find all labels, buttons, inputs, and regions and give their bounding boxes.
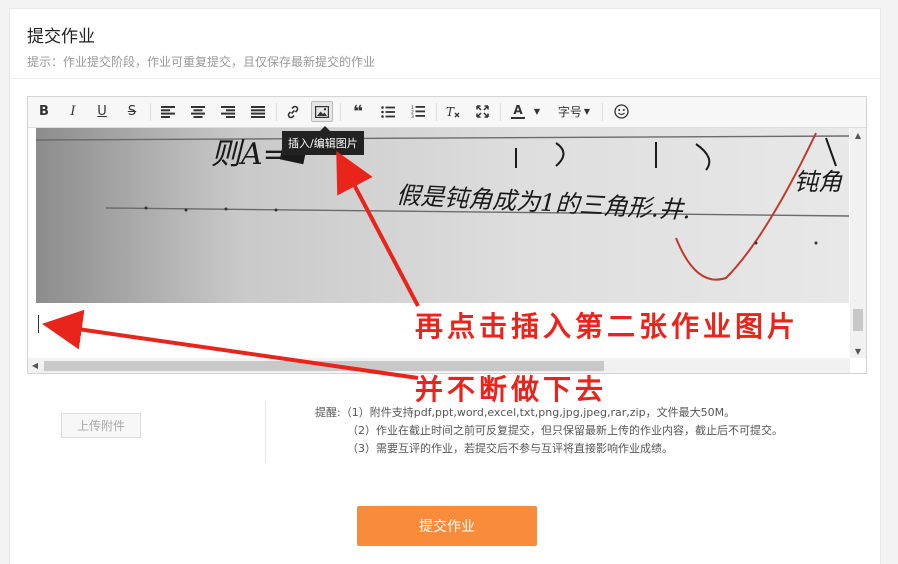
scroll-up-icon[interactable]: ▲: [850, 128, 866, 142]
vertical-scroll-thumb[interactable]: [853, 309, 863, 331]
image-icon: [315, 105, 329, 118]
font-color-dropdown[interactable]: ▼: [531, 101, 543, 122]
link-button[interactable]: [282, 101, 304, 122]
font-size-label: 字号: [557, 105, 582, 119]
homework-card: 提交作业 提示：作业提交阶段，作业可重复提交，且仅保存最新提交的作业 B I U…: [9, 8, 881, 564]
bullet-list-button[interactable]: [377, 101, 399, 122]
font-color-button[interactable]: A: [508, 101, 528, 122]
toolbar-separator: [602, 103, 603, 121]
header-divider: [10, 78, 880, 79]
align-left-button[interactable]: [157, 101, 179, 122]
bold-button[interactable]: B: [33, 101, 55, 122]
font-color-swatch: [511, 117, 525, 119]
smiley-icon: [613, 104, 629, 119]
fullscreen-button[interactable]: [471, 101, 493, 122]
annotation-keep-going: 并不断做下去: [415, 373, 608, 406]
fullscreen-icon: [475, 105, 489, 118]
emoji-button[interactable]: [610, 101, 632, 122]
attachment-divider: [265, 401, 266, 463]
numbered-list-icon: 123: [411, 105, 425, 118]
toolbar-separator: [500, 103, 501, 121]
numbered-list-button[interactable]: 123: [407, 101, 429, 122]
align-center-icon: [191, 105, 205, 118]
notes-label: 提醒:: [315, 406, 341, 419]
text-caret: [38, 315, 39, 333]
vertical-scrollbar[interactable]: ▲ ▼: [850, 128, 866, 358]
italic-button[interactable]: I: [62, 101, 84, 122]
blockquote-button[interactable]: ❝: [347, 101, 369, 122]
editor-toolbar: B I U S ❝ 1 2 3 T A ▼ 字号 ▼: [28, 97, 866, 128]
align-justify-button[interactable]: [247, 101, 269, 122]
bullet-list-icon: [381, 105, 395, 118]
scroll-down-icon[interactable]: ▼: [850, 344, 866, 358]
chevron-down-icon: ▼: [533, 107, 541, 116]
insert-image-button[interactable]: [311, 101, 333, 122]
scroll-left-icon[interactable]: ◀: [28, 358, 42, 373]
attachment-notes: 提醒:（1）附件支持pdf,ppt,word,excel,txt,png,jpg…: [315, 404, 783, 458]
align-center-button[interactable]: [187, 101, 209, 122]
submit-homework-button[interactable]: 提交作业: [357, 506, 537, 546]
link-icon: [287, 105, 299, 118]
underline-button[interactable]: U: [91, 101, 113, 122]
svg-text:T: T: [446, 105, 455, 118]
annotation-insert-second-image: 再点击插入第二张作业图片: [415, 310, 800, 343]
toolbar-separator: [436, 103, 437, 121]
insert-image-tooltip: 插入/编辑图片: [282, 126, 364, 155]
align-justify-icon: [251, 105, 265, 118]
align-right-button[interactable]: [217, 101, 239, 122]
homework-photo: 则A= 假是钝角成为1的三角形.井. 钝角: [36, 128, 849, 303]
notes-item-3: （3）需要互评的作业，若提交后不参与互评将直接影响作业成绩。: [347, 442, 673, 455]
toolbar-separator: [340, 103, 341, 121]
handwriting-line1: 则A=: [211, 137, 288, 172]
page-title: 提交作业: [27, 27, 95, 47]
clear-format-icon: T: [446, 105, 459, 118]
toolbar-separator: [276, 103, 277, 121]
toolbar-separator: [150, 103, 151, 121]
align-left-icon: [161, 105, 175, 118]
handwriting-right: 钝角: [794, 168, 843, 196]
submit-hint: 提示：作业提交阶段，作业可重复提交，且仅保存最新提交的作业: [27, 55, 376, 69]
upload-attachment-button[interactable]: 上传附件: [61, 413, 141, 438]
strikethrough-button[interactable]: S: [121, 101, 143, 122]
align-right-icon: [221, 105, 235, 118]
svg-text:3: 3: [411, 114, 414, 118]
font-size-dropdown[interactable]: 字号 ▼: [553, 101, 595, 122]
chevron-down-icon: ▼: [583, 107, 591, 116]
font-color-label: A: [513, 103, 523, 117]
notes-item-2: （2）作业在截止时间之前可反复提交，但只保留最新上传的作业内容，截止后不可提交。: [347, 424, 783, 437]
clear-format-button[interactable]: T: [442, 101, 464, 122]
